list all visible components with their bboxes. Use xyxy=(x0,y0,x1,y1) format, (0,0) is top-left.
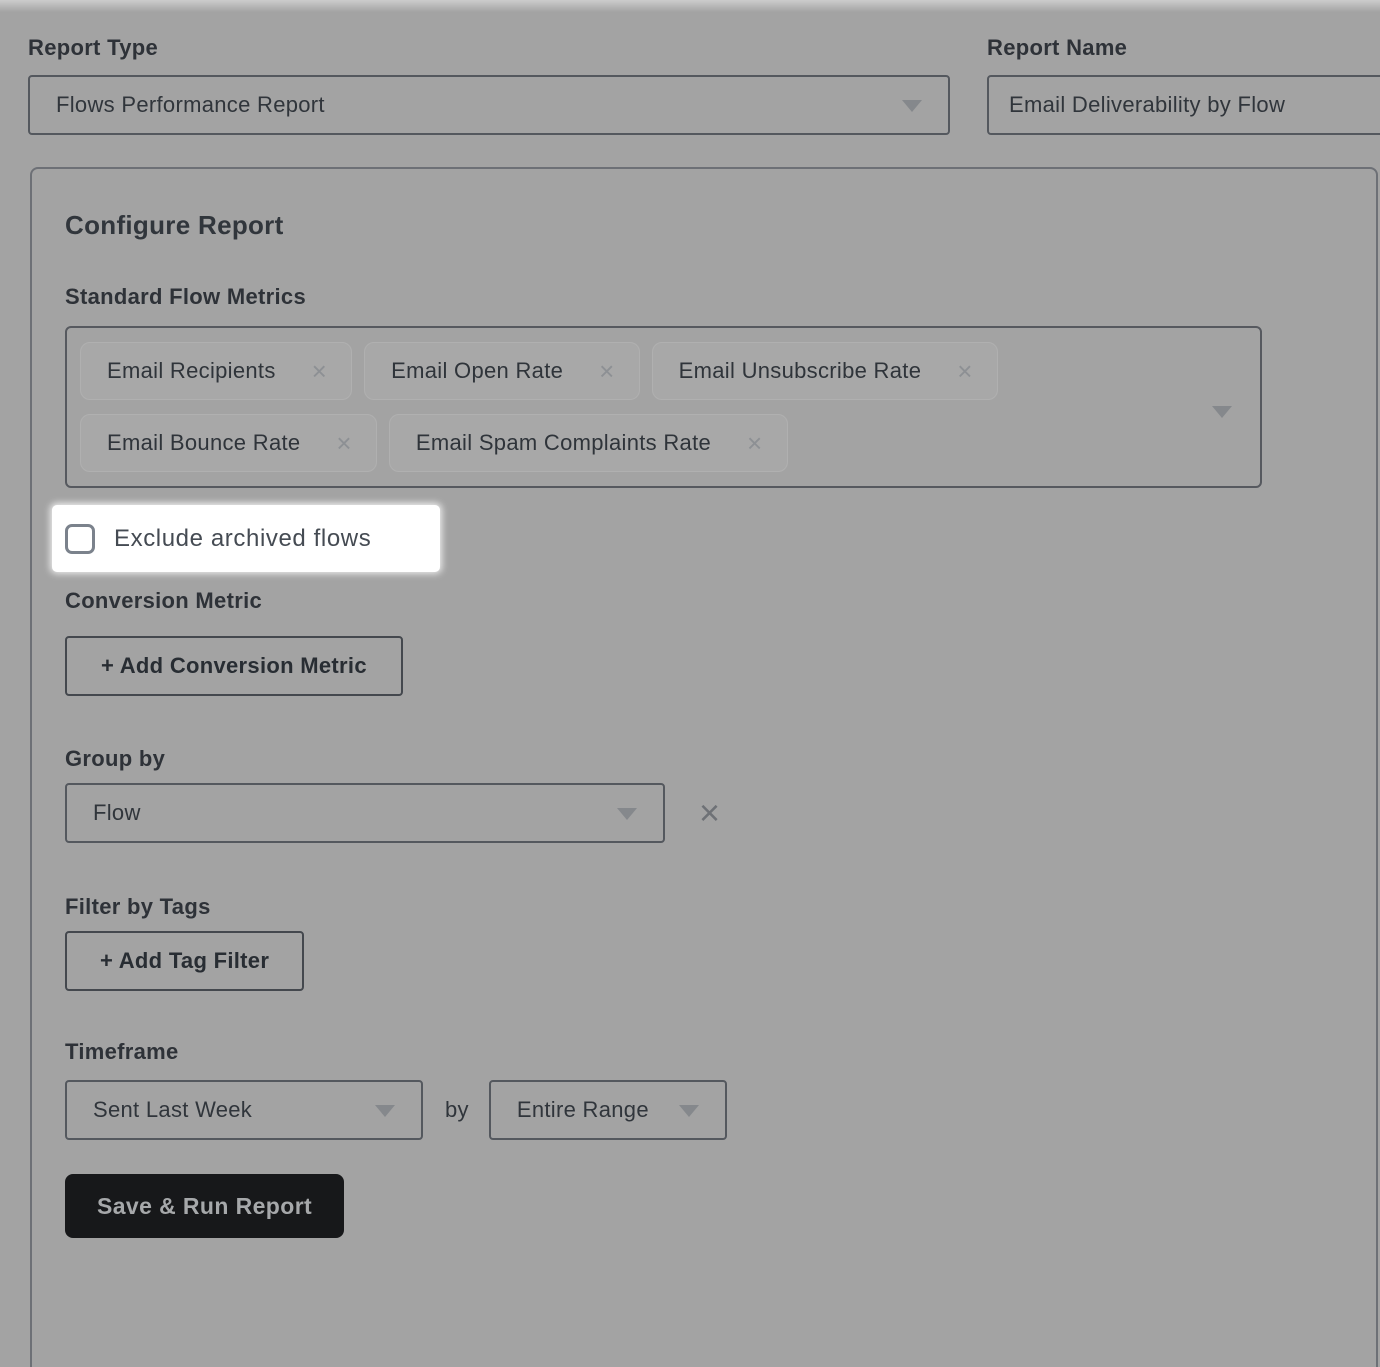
metric-chip: Email Bounce Rate × xyxy=(80,414,377,472)
standard-flow-metrics-label: Standard Flow Metrics xyxy=(65,283,1376,310)
standard-flow-metrics-multiselect[interactable]: Email Recipients×Email Open Rate×Email U… xyxy=(65,326,1262,488)
exclude-archived-highlight: Exclude archived flows xyxy=(52,505,440,572)
metric-chip: Email Unsubscribe Rate × xyxy=(652,342,998,400)
metric-chip-label: Email Recipients xyxy=(107,358,276,384)
metric-chip-label: Email Bounce Rate xyxy=(107,430,300,456)
save-run-report-button[interactable]: Save & Run Report xyxy=(65,1174,344,1238)
metric-chip-label: Email Spam Complaints Rate xyxy=(416,430,711,456)
metric-chip: Email Spam Complaints Rate × xyxy=(389,414,788,472)
chevron-down-icon xyxy=(375,1105,395,1117)
metric-chip-row: Email Recipients×Email Open Rate×Email U… xyxy=(80,342,1150,400)
metric-chip-row: Email Bounce Rate×Email Spam Complaints … xyxy=(80,414,1150,472)
granularity-value: Entire Range xyxy=(517,1097,649,1123)
remove-chip-icon[interactable]: × xyxy=(599,358,614,384)
group-by-value: Flow xyxy=(93,800,141,826)
timeframe-label: Timeframe xyxy=(65,1038,1376,1065)
add-conversion-metric-button[interactable]: + Add Conversion Metric xyxy=(65,636,403,696)
conversion-metric-label: Conversion Metric xyxy=(65,587,1376,614)
chevron-down-icon xyxy=(902,100,922,112)
timeframe-value: Sent Last Week xyxy=(93,1097,252,1123)
report-name-input[interactable] xyxy=(987,75,1380,135)
remove-chip-icon[interactable]: × xyxy=(747,430,762,456)
metric-chip-label: Email Open Rate xyxy=(391,358,563,384)
configure-report-panel: Configure Report Standard Flow Metrics E… xyxy=(30,167,1378,1367)
report-type-select[interactable]: Flows Performance Report xyxy=(28,75,950,135)
add-tag-filter-button[interactable]: + Add Tag Filter xyxy=(65,931,304,991)
remove-chip-icon[interactable]: × xyxy=(957,358,972,384)
timeframe-row: Sent Last Week by Entire Range xyxy=(65,1080,1376,1140)
filter-by-tags-label: Filter by Tags xyxy=(65,893,1376,920)
timeframe-select[interactable]: Sent Last Week xyxy=(65,1080,423,1140)
remove-chip-icon[interactable]: × xyxy=(336,430,351,456)
exclude-archived-label: Exclude archived flows xyxy=(114,525,371,553)
report-type-field: Report Type Flows Performance Report xyxy=(28,34,950,135)
report-name-field: Report Name xyxy=(987,34,1380,135)
report-name-label: Report Name xyxy=(987,34,1380,61)
report-type-value: Flows Performance Report xyxy=(56,92,325,118)
metric-chip: Email Recipients × xyxy=(80,342,352,400)
chevron-down-icon xyxy=(617,808,637,820)
metric-chip-label: Email Unsubscribe Rate xyxy=(679,358,922,384)
group-by-label: Group by xyxy=(65,745,1376,772)
exclude-archived-checkbox[interactable] xyxy=(65,524,95,554)
group-by-select[interactable]: Flow xyxy=(65,783,665,843)
dimmed-report-builder-page: { "report_type": { "label": "Report Type… xyxy=(0,0,1380,1256)
remove-chip-icon[interactable]: × xyxy=(312,358,327,384)
timeframe-by-text: by xyxy=(445,1097,469,1123)
chevron-down-icon xyxy=(1212,406,1232,418)
granularity-select[interactable]: Entire Range xyxy=(489,1080,727,1140)
chevron-down-icon xyxy=(679,1105,699,1117)
top-edge-strip xyxy=(0,0,1380,12)
group-by-row: Flow × xyxy=(65,783,1376,843)
metric-chip: Email Open Rate × xyxy=(364,342,640,400)
configure-report-title: Configure Report xyxy=(65,209,1376,241)
remove-group-by-icon[interactable]: × xyxy=(699,795,720,831)
report-type-label: Report Type xyxy=(28,34,950,61)
